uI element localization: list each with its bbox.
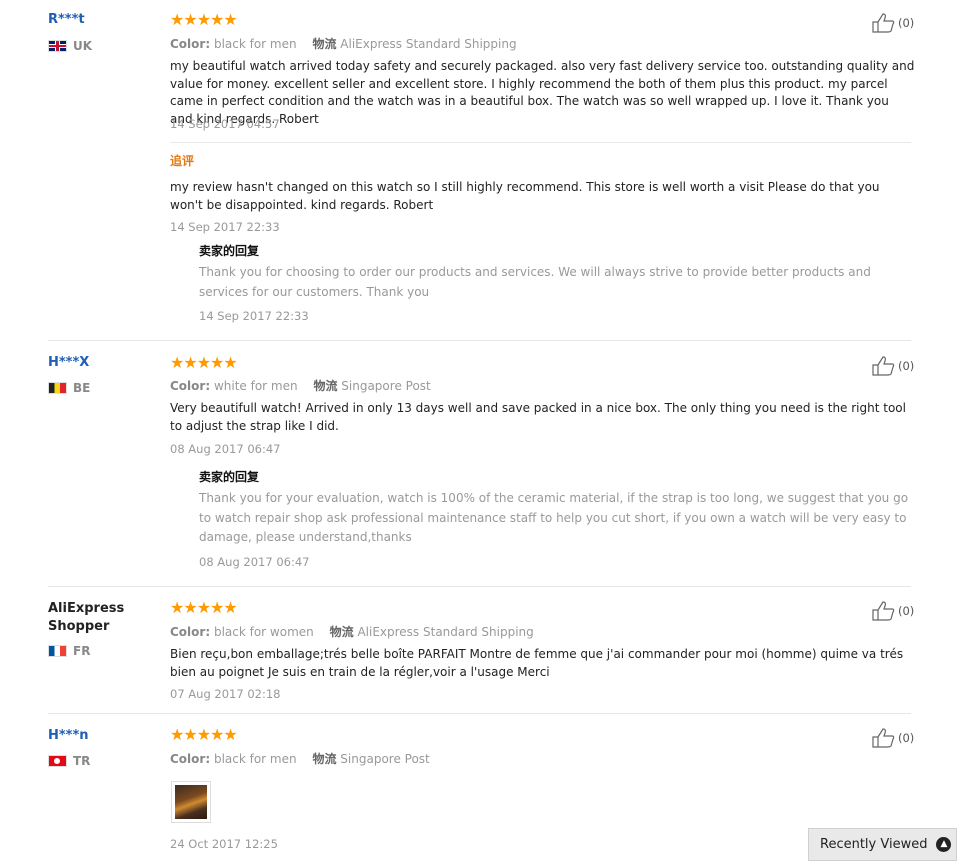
thumbs-up-icon: [872, 728, 895, 748]
flag-be-icon: [48, 382, 67, 394]
shipping-value: AliExpress Standard Shipping: [357, 625, 534, 639]
helpful-button[interactable]: (0): [872, 356, 914, 376]
color-value: white for men: [213, 379, 298, 393]
seller-reply-text: Thank you for your evaluation, watch is …: [199, 491, 909, 544]
seller-reply-title: 卖家的回复: [199, 244, 260, 258]
thumbs-up-icon: [872, 601, 895, 621]
seller-reply-date: 08 Aug 2017 06:47: [199, 555, 310, 569]
followup-date: 14 Sep 2017 22:33: [170, 220, 280, 234]
reviewer-name[interactable]: R***t: [48, 12, 85, 27]
review-text: my beautiful watch arrived today safety …: [170, 59, 915, 126]
reviewer-country: UK: [48, 39, 92, 53]
flag-tr-icon: [48, 755, 67, 767]
color-value: black for men: [213, 37, 297, 51]
helpful-count: (0): [898, 359, 915, 373]
chevron-up-icon: ▲: [936, 837, 952, 852]
flag-uk-icon: [48, 40, 67, 52]
review-date: 24 Oct 2017 12:25: [170, 837, 278, 851]
thumbs-up-icon: [872, 13, 895, 33]
seller-reply-title: 卖家的回复: [199, 470, 260, 484]
color-value: black for women: [213, 625, 314, 639]
review-text: Bien reçu,bon emballage;trés belle boîte…: [170, 647, 904, 679]
country-code: TR: [73, 754, 91, 768]
review-meta: Color: black for women 物流 AliExpress Sta…: [170, 623, 534, 640]
helpful-button[interactable]: (0): [872, 728, 914, 748]
shipping-value: Singapore Post: [340, 752, 430, 766]
recently-viewed-button[interactable]: Recently Viewed ▲: [808, 828, 957, 861]
review-text: Very beautifull watch! Arrived in only 1…: [170, 401, 906, 433]
helpful-button[interactable]: (0): [872, 13, 914, 33]
reviewer-name[interactable]: AliExpress Shopper: [48, 600, 138, 636]
country-code: FR: [73, 644, 91, 658]
review-photo-thumbnail[interactable]: [171, 781, 211, 823]
color-label: Color:: [170, 37, 211, 51]
review-date: 07 Aug 2017 02:18: [170, 687, 281, 701]
color-value: black for men: [213, 752, 297, 766]
reviewer-name[interactable]: H***n: [48, 728, 89, 743]
review-meta: Color: black for men 物流 AliExpress Stand…: [170, 35, 517, 52]
followup-label: 追评: [170, 154, 195, 168]
helpful-button[interactable]: (0): [872, 601, 914, 621]
reviewer-country: FR: [48, 644, 90, 658]
thumbs-up-icon: [872, 356, 895, 376]
shipping-label: 物流: [313, 379, 338, 393]
review-divider: [48, 713, 911, 714]
star-rating: ★★★★★: [170, 725, 238, 744]
review-date: 14 Sep 2017 04:57: [170, 117, 280, 131]
shipping-value: Singapore Post: [341, 379, 431, 393]
seller-reply-text: Thank you for choosing to order our prod…: [199, 265, 871, 299]
helpful-count: (0): [898, 604, 915, 618]
helpful-count: (0): [898, 16, 915, 30]
review-divider: [48, 340, 911, 341]
review-divider: [48, 586, 911, 587]
reviewer-country: BE: [48, 381, 90, 395]
shipping-label: 物流: [312, 37, 337, 51]
review-date: 08 Aug 2017 06:47: [170, 442, 281, 456]
star-rating: ★★★★★: [170, 353, 238, 372]
seller-reply-date: 14 Sep 2017 22:33: [199, 309, 309, 323]
color-label: Color:: [170, 625, 211, 639]
reviewer-name[interactable]: H***X: [48, 355, 89, 370]
followup-text: my review hasn't changed on this watch s…: [170, 180, 880, 212]
reviewer-country: TR: [48, 754, 90, 768]
color-label: Color:: [170, 752, 211, 766]
followup-divider: [170, 142, 911, 143]
shipping-label: 物流: [329, 625, 354, 639]
shipping-label: 物流: [312, 752, 337, 766]
star-rating: ★★★★★: [170, 598, 238, 617]
country-code: UK: [73, 39, 93, 53]
shipping-value: AliExpress Standard Shipping: [340, 37, 517, 51]
recently-viewed-label: Recently Viewed: [820, 837, 928, 852]
review-meta: Color: black for men 物流 Singapore Post: [170, 750, 430, 767]
star-rating: ★★★★★: [170, 10, 238, 29]
review-photo: [175, 785, 207, 819]
review-meta: Color: white for men 物流 Singapore Post: [170, 377, 431, 394]
color-label: Color:: [170, 379, 211, 393]
helpful-count: (0): [898, 731, 915, 745]
country-code: BE: [73, 381, 91, 395]
flag-fr-icon: [48, 645, 67, 657]
